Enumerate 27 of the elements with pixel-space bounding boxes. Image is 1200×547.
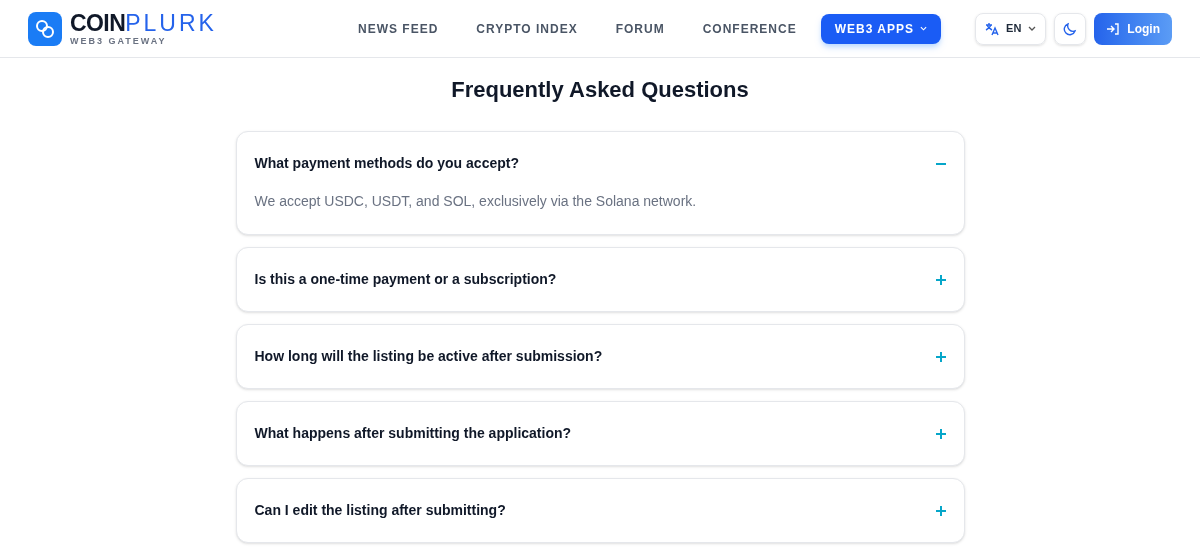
nav-tab[interactable]: NEWS FEED bbox=[344, 13, 453, 44]
faq-question[interactable]: What happens after submitting the application? bbox=[236, 402, 964, 465]
faq-question[interactable]: What payment methods do you accept? bbox=[236, 132, 964, 195]
nav-tab[interactable]: WEB3 APPS bbox=[820, 13, 941, 44]
language-selector[interactable]: EN bbox=[975, 12, 1047, 45]
translate-icon bbox=[985, 21, 1000, 36]
logo-icon bbox=[28, 11, 62, 46]
faq-question[interactable]: How long will the listing be active after submission? bbox=[236, 325, 964, 388]
faq-answer: We accept USDC, USDT, and SOL, exclusively via the Solana network. bbox=[253, 192, 698, 211]
plus-icon bbox=[935, 428, 946, 439]
brand-tagline: WEB3 GATEWAY bbox=[70, 36, 168, 46]
page-title: Frequently Asked Questions bbox=[451, 76, 749, 104]
chevron-down-icon bbox=[1028, 26, 1037, 31]
login-icon bbox=[1106, 22, 1121, 35]
plus-icon bbox=[935, 351, 946, 362]
moon-icon bbox=[1063, 21, 1078, 36]
minus-icon bbox=[935, 162, 946, 165]
plus-icon bbox=[935, 505, 946, 516]
faq-question[interactable]: Can I edit the listing after submitting? bbox=[236, 479, 964, 542]
brand-name: COINPLURK bbox=[70, 11, 217, 35]
nav-tab[interactable]: FORUM bbox=[601, 13, 679, 44]
dark-mode-button[interactable] bbox=[1054, 12, 1087, 45]
faq-question[interactable]: Is this a one-time payment or a subscription? bbox=[236, 248, 964, 311]
nav-tab[interactable]: CRYPTO INDEX bbox=[462, 13, 592, 44]
chevron-down-icon bbox=[919, 26, 927, 31]
nav-tab[interactable]: CONFERENCE bbox=[688, 13, 811, 44]
plus-icon bbox=[935, 274, 946, 285]
